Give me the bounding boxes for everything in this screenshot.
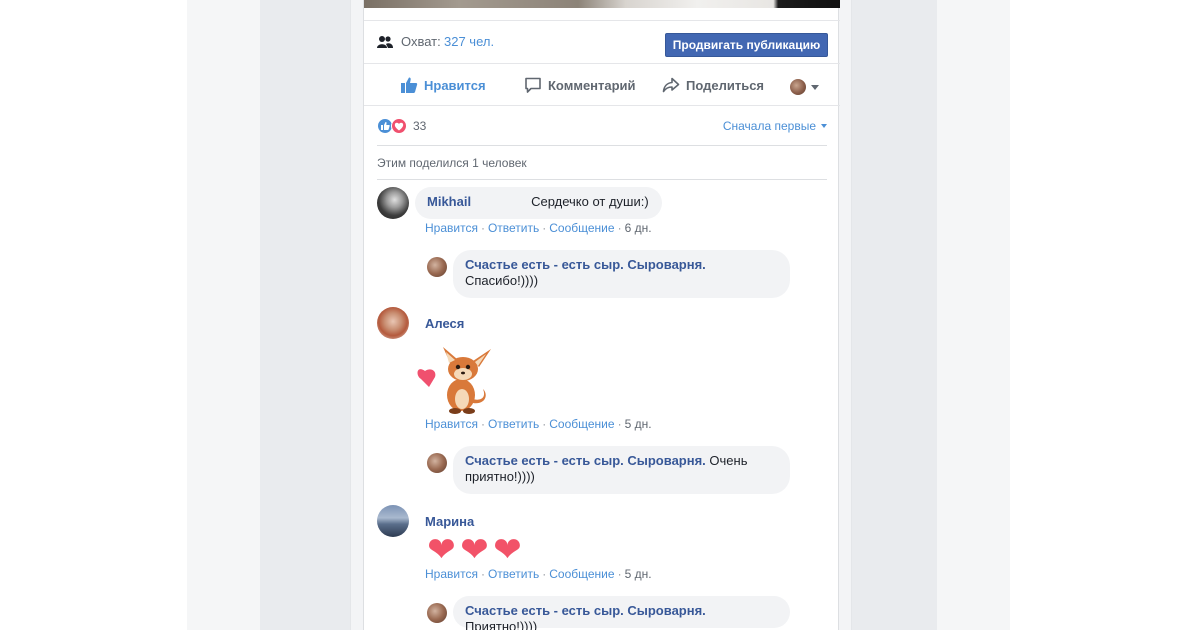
- page-avatar: [790, 79, 806, 95]
- reply-bubble: Счастье есть - есть сыр. Сыроварня. Очен…: [453, 446, 790, 494]
- people-icon: [377, 36, 393, 48]
- shares-count[interactable]: Этим поделился 1 человек: [377, 156, 527, 170]
- avatar[interactable]: [427, 257, 447, 277]
- fox-sticker-icon[interactable]: [415, 343, 495, 415]
- comment-reply-link[interactable]: Ответить: [488, 221, 539, 235]
- like-label: Нравится: [424, 77, 486, 93]
- avatar[interactable]: [377, 307, 409, 339]
- post-actions: Нравится Комментарий Поделиться: [364, 65, 840, 106]
- avatar[interactable]: [377, 505, 409, 537]
- comment-button[interactable]: Комментарий: [524, 75, 636, 95]
- post-card: Охват: 327 чел. Продвигать публикацию Нр…: [363, 0, 840, 630]
- hearts-comment: ❤ ❤ ❤: [425, 533, 524, 567]
- reactions-summary: 33 Сначала первые: [377, 116, 827, 136]
- comment-actions: Нравится · Ответить · Сообщение · 5 дн.: [425, 567, 652, 581]
- reach-bar: Охват: 327 чел. Продвигать публикацию: [364, 20, 840, 64]
- comment-reply-link[interactable]: Ответить: [488, 567, 539, 581]
- divider: [377, 145, 827, 146]
- comment-author[interactable]: Алеся: [425, 316, 464, 331]
- heart-icon: ❤: [460, 531, 489, 569]
- reach-count[interactable]: 327 чел.: [444, 34, 494, 49]
- like-button[interactable]: Нравится: [400, 75, 486, 95]
- share-arrow-icon: [662, 77, 680, 93]
- reply-author[interactable]: Счастье есть - есть сыр. Сыроварня.: [465, 603, 706, 618]
- comment-like-link[interactable]: Нравится: [425, 567, 478, 581]
- avatar[interactable]: [427, 453, 447, 473]
- comment-actions: Нравится · Ответить · Сообщение · 5 дн.: [425, 417, 652, 431]
- comment-time[interactable]: 5 дн.: [625, 567, 652, 581]
- reply-text: Приятно!)))): [465, 619, 538, 630]
- share-label: Поделиться: [686, 77, 765, 93]
- post-as-selector[interactable]: [790, 77, 819, 97]
- chevron-down-icon: [811, 84, 819, 90]
- reply-bubble: Счастье есть - есть сыр. Сыроварня. Прия…: [453, 596, 790, 630]
- right-gutter: [937, 0, 1010, 630]
- reply-text: Очень: [709, 453, 748, 468]
- chevron-down-icon: [821, 124, 827, 128]
- heart-icon: ❤: [427, 531, 456, 569]
- reply-text: Спасибо!)))): [465, 273, 539, 288]
- comment-sort-dropdown[interactable]: Сначала первые: [723, 119, 827, 133]
- comment-text: Сердечко от души:): [531, 194, 649, 209]
- comment-message-link[interactable]: Сообщение: [549, 567, 614, 581]
- avatar[interactable]: [427, 603, 447, 623]
- comment-message-link[interactable]: Сообщение: [549, 221, 614, 235]
- reply-bubble: Счастье есть - есть сыр. Сыроварня. Спас…: [453, 250, 790, 298]
- share-button[interactable]: Поделиться: [662, 75, 764, 95]
- heart-icon: ❤: [493, 531, 522, 569]
- comment-reply-link[interactable]: Ответить: [488, 417, 539, 431]
- comment-actions: Нравится · Ответить · Сообщение · 6 дн.: [425, 221, 652, 235]
- comment-author[interactable]: Марина: [425, 514, 474, 529]
- post-photo[interactable]: [364, 0, 840, 8]
- love-reaction-icon[interactable]: [391, 118, 407, 134]
- reply-author[interactable]: Счастье есть - есть сыр. Сыроварня.: [465, 453, 706, 468]
- comment-author[interactable]: Mikhail: [427, 194, 471, 209]
- comment-label: Комментарий: [548, 77, 636, 93]
- comment-time[interactable]: 6 дн.: [625, 221, 652, 235]
- comment-like-link[interactable]: Нравится: [425, 221, 478, 235]
- comment-like-link[interactable]: Нравится: [425, 417, 478, 431]
- reply-author[interactable]: Счастье есть - есть сыр. Сыроварня.: [465, 257, 706, 272]
- reply-text-continued: приятно!)))): [465, 469, 535, 484]
- comment-message-link[interactable]: Сообщение: [549, 417, 614, 431]
- divider: [377, 179, 827, 180]
- avatar[interactable]: [377, 187, 409, 219]
- sort-label: Сначала первые: [722, 119, 816, 133]
- promote-post-button[interactable]: Продвигать публикацию: [665, 33, 828, 57]
- reaction-count[interactable]: 33: [413, 119, 426, 133]
- speech-bubble-icon: [525, 77, 541, 93]
- thumbs-up-icon: [401, 77, 418, 93]
- comment-bubble: Mikhail Сердечко от души:): [415, 187, 662, 219]
- reach-label: Охват:: [401, 34, 441, 49]
- comment-time[interactable]: 5 дн.: [625, 417, 652, 431]
- left-gutter: [187, 0, 260, 630]
